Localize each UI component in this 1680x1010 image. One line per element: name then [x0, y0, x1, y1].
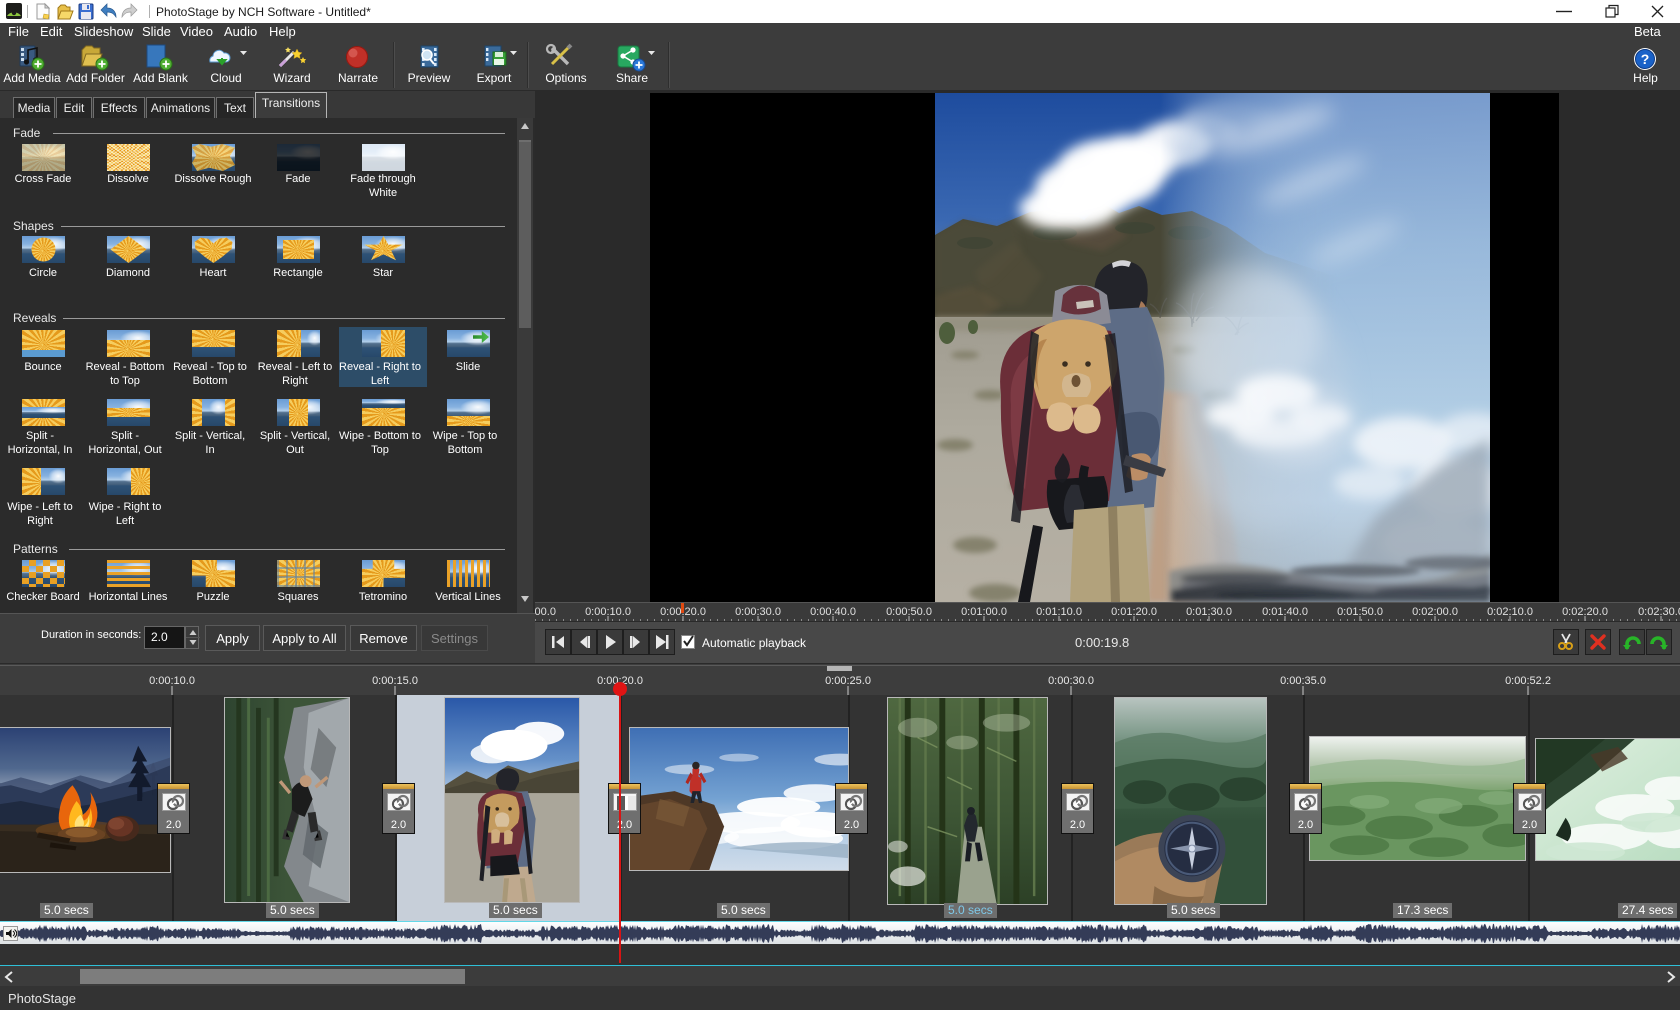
svg-text:0:00:00.0: 0:00:00.0: [535, 606, 556, 618]
svg-text:0:00:10.0: 0:00:10.0: [149, 675, 195, 687]
svg-text:?: ?: [1641, 51, 1650, 67]
svg-text:0:00:52.2: 0:00:52.2: [1505, 675, 1551, 687]
svg-text:0:00:15.0: 0:00:15.0: [372, 675, 418, 687]
svg-text:0:00:25.0: 0:00:25.0: [825, 675, 871, 687]
svg-text:0:00:30.0: 0:00:30.0: [1048, 675, 1094, 687]
svg-text:0:02:30.0: 0:02:30.0: [1638, 606, 1680, 618]
svg-text:0:00:35.0: 0:00:35.0: [1280, 675, 1326, 687]
